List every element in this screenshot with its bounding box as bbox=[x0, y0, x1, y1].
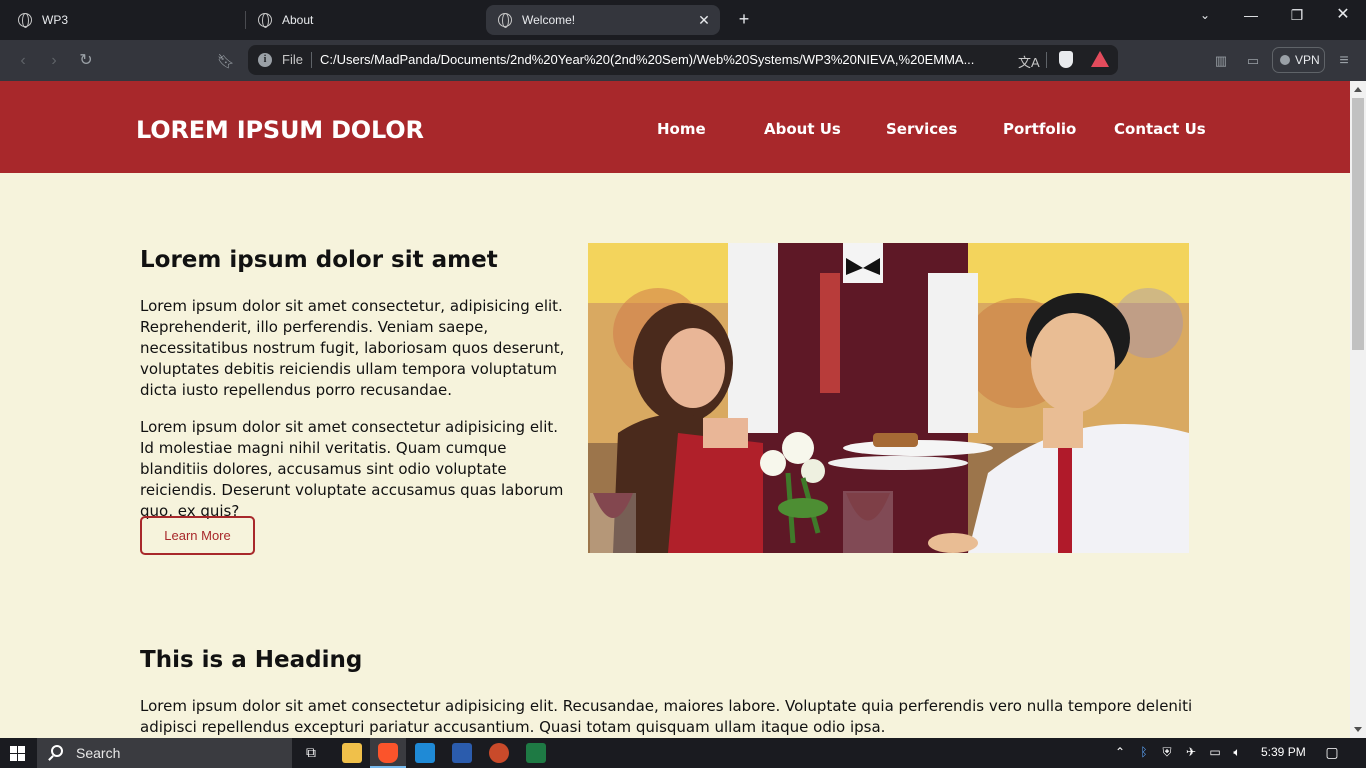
globe-icon bbox=[498, 13, 512, 28]
forward-icon[interactable]: › bbox=[43, 50, 65, 72]
windows-start-icon[interactable] bbox=[10, 746, 25, 761]
nav-link-portfolio[interactable]: Portfolio bbox=[1003, 120, 1076, 138]
browser-tab-strip: WP3 About Welcome! ✕ + ⌄ — ❐ ✕ bbox=[0, 0, 1366, 40]
windows-taskbar: Search ⧉ ⌃ ᛒ ⛨ ✈ ▭ 🔈︎ 5:39 PM ▢ bbox=[0, 738, 1366, 768]
restaurant-photo bbox=[588, 243, 1189, 553]
section-title: Lorem ipsum dolor sit amet bbox=[140, 247, 498, 273]
brave-browser-icon[interactable] bbox=[378, 743, 398, 763]
nav-link-about-us[interactable]: About Us bbox=[764, 120, 841, 138]
browser-toolbar: ‹ › ↻ 🔖︎ i File C:/Users/MadPanda/Docume… bbox=[0, 40, 1366, 81]
tab-welcome[interactable]: Welcome! ✕ bbox=[486, 5, 720, 35]
site-header: LOREM IPSUM DOLOR Home About Us Services… bbox=[0, 81, 1350, 173]
scroll-down-icon[interactable] bbox=[1354, 727, 1362, 732]
wallet-icon[interactable]: ▭ bbox=[1242, 50, 1264, 72]
vpn-button[interactable]: VPN bbox=[1272, 47, 1325, 73]
new-tab-icon[interactable]: + bbox=[734, 9, 754, 29]
scheme-label: File bbox=[282, 52, 303, 67]
close-tab-icon[interactable]: ✕ bbox=[696, 12, 712, 28]
maximize-icon[interactable]: ❐ bbox=[1274, 0, 1320, 30]
tray-overflow-chevron-icon[interactable]: ⌃ bbox=[1113, 745, 1127, 759]
divider bbox=[311, 52, 312, 68]
word-icon[interactable] bbox=[452, 743, 472, 763]
reload-icon[interactable]: ↻ bbox=[75, 50, 97, 72]
divider bbox=[1046, 52, 1047, 68]
scroll-thumb[interactable] bbox=[1352, 98, 1364, 350]
section-paragraph: Lorem ipsum dolor sit amet consectetur, … bbox=[140, 297, 565, 399]
page-viewport: LOREM IPSUM DOLOR Home About Us Services… bbox=[0, 81, 1366, 738]
minimize-icon[interactable]: — bbox=[1228, 0, 1274, 30]
file-explorer-icon[interactable] bbox=[342, 743, 362, 763]
battery-icon[interactable]: ▭ bbox=[1208, 745, 1222, 759]
site-info-icon[interactable]: i bbox=[258, 53, 272, 67]
brave-shields-icon[interactable] bbox=[1059, 51, 1073, 68]
site-brand[interactable]: LOREM IPSUM DOLOR bbox=[136, 116, 424, 144]
nav-link-services[interactable]: Services bbox=[886, 120, 957, 138]
taskbar-search-box[interactable]: Search bbox=[37, 738, 292, 768]
globe-icon bbox=[18, 13, 32, 28]
tab-search-chevron-icon[interactable]: ⌄ bbox=[1182, 0, 1228, 30]
menu-icon[interactable]: ≡ bbox=[1333, 50, 1355, 72]
tab-about[interactable]: About bbox=[246, 5, 482, 35]
tab-title: WP3 bbox=[42, 13, 69, 27]
notifications-icon[interactable]: ▢ bbox=[1325, 745, 1339, 759]
airplane-mode-icon[interactable]: ✈ bbox=[1184, 745, 1198, 759]
back-icon[interactable]: ‹ bbox=[12, 50, 34, 72]
powerpoint-icon[interactable] bbox=[489, 743, 509, 763]
url-text[interactable]: C:/Users/MadPanda/Documents/2nd%20Year%2… bbox=[320, 52, 1010, 67]
task-view-icon[interactable]: ⧉ bbox=[304, 745, 318, 759]
tab-wp3[interactable]: WP3 bbox=[6, 5, 242, 35]
vscode-icon[interactable] bbox=[415, 743, 435, 763]
taskbar-clock[interactable]: 5:39 PM bbox=[1261, 745, 1306, 759]
globe-icon bbox=[258, 13, 272, 28]
brave-rewards-icon[interactable] bbox=[1091, 51, 1109, 67]
bluetooth-icon[interactable]: ᛒ bbox=[1137, 745, 1151, 759]
excel-icon[interactable] bbox=[526, 743, 546, 763]
nav-link-contact-us[interactable]: Contact Us bbox=[1114, 120, 1206, 138]
section-paragraph: Lorem ipsum dolor sit amet consectetur a… bbox=[140, 697, 1193, 736]
volume-icon[interactable]: 🔈︎ bbox=[1230, 745, 1244, 759]
sidebar-icon[interactable]: ▥ bbox=[1210, 50, 1232, 72]
close-window-icon[interactable]: ✕ bbox=[1320, 0, 1366, 30]
translate-icon[interactable]: 文A bbox=[1018, 52, 1040, 71]
restaurant-scene-illustration bbox=[588, 243, 1189, 553]
search-icon bbox=[51, 745, 63, 757]
security-shield-icon[interactable]: ⛨ bbox=[1160, 745, 1174, 759]
scroll-up-icon[interactable] bbox=[1354, 87, 1362, 92]
tab-title: About bbox=[282, 13, 314, 27]
section-paragraph: Lorem ipsum dolor sit amet consectetur a… bbox=[140, 418, 564, 520]
bookmark-icon[interactable]: 🔖︎ bbox=[215, 50, 237, 72]
page-scrollbar[interactable] bbox=[1350, 81, 1366, 738]
learn-more-button[interactable]: Learn More bbox=[140, 516, 255, 555]
tab-title: Welcome! bbox=[522, 13, 576, 27]
section-heading: This is a Heading bbox=[140, 647, 363, 673]
vpn-label: VPN bbox=[1295, 53, 1320, 67]
nav-link-home[interactable]: Home bbox=[657, 120, 706, 138]
address-bar[interactable]: i File C:/Users/MadPanda/Documents/2nd%2… bbox=[248, 45, 1118, 75]
search-label: Search bbox=[76, 745, 121, 761]
